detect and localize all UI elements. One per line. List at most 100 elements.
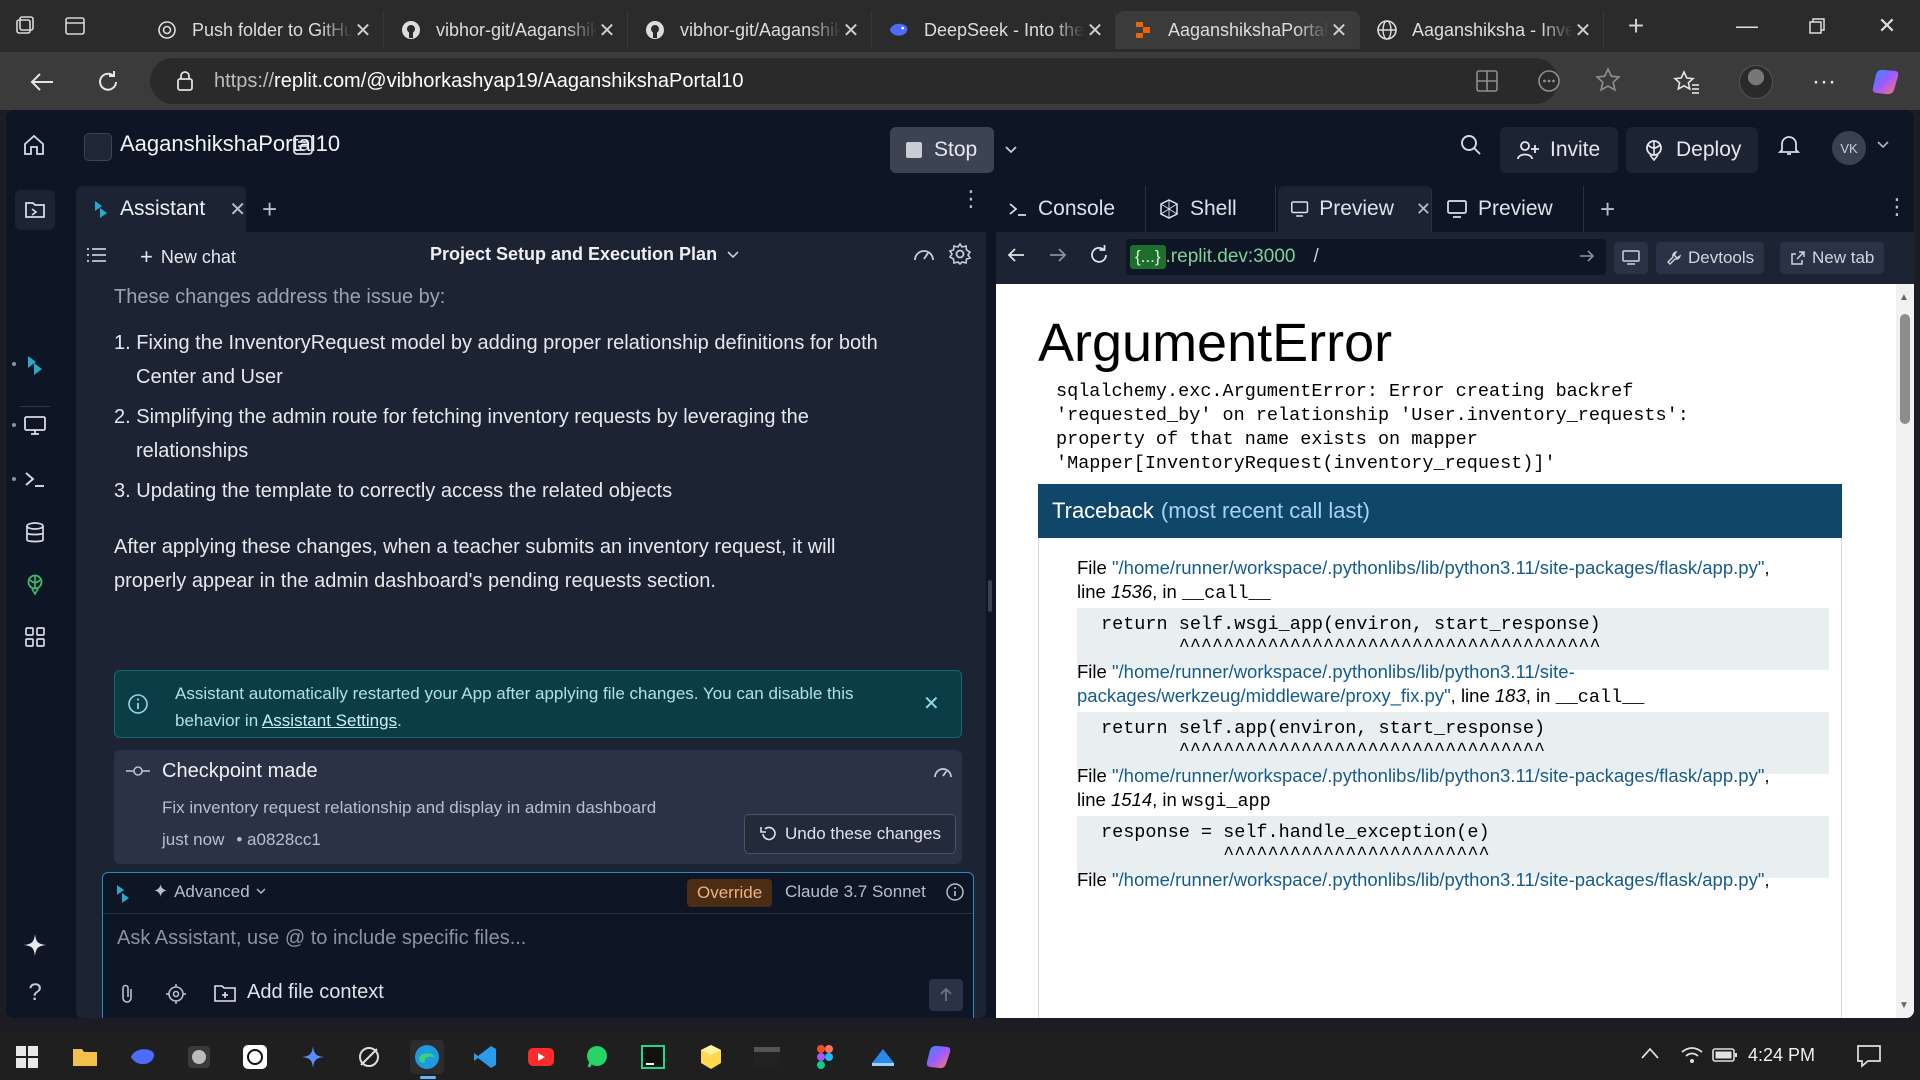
- youtube-icon[interactable]: [524, 1040, 558, 1074]
- tab-close-icon[interactable]: ✕: [353, 18, 373, 43]
- undo-changes-button[interactable]: Undo these changes: [744, 814, 956, 854]
- checkpoint-gauge-icon[interactable]: [932, 762, 954, 782]
- edge-browser-icon[interactable]: [410, 1040, 444, 1074]
- browser-tab[interactable]: Push folder to GitHub ✕: [140, 11, 384, 49]
- perplexity-icon[interactable]: [352, 1040, 386, 1074]
- favorites-icon[interactable]: [1666, 62, 1706, 102]
- gemini-icon[interactable]: [296, 1040, 330, 1074]
- tab-assistant[interactable]: Assistant ✕: [76, 186, 246, 232]
- new-tab-button[interactable]: +: [1612, 6, 1660, 46]
- copilot-taskbar-icon[interactable]: [922, 1040, 956, 1074]
- 3d-box-app-icon[interactable]: [694, 1040, 728, 1074]
- frame-file-link[interactable]: "/home/runner/workspace/.pythonlibs/lib/…: [1112, 869, 1764, 890]
- preview-reload-icon[interactable]: [1088, 244, 1110, 266]
- tab-close-icon[interactable]: ✕: [1573, 18, 1593, 43]
- start-windows-icon[interactable]: [10, 1040, 44, 1074]
- close-window-icon[interactable]: ✕: [1852, 0, 1920, 52]
- sparkle-icon[interactable]: [20, 930, 50, 960]
- vscode-icon[interactable]: [468, 1040, 502, 1074]
- notifications-bell-icon[interactable]: [1774, 130, 1804, 160]
- override-badge[interactable]: Override: [687, 879, 773, 907]
- send-button[interactable]: [929, 979, 963, 1011]
- minimize-icon[interactable]: —: [1712, 0, 1782, 52]
- project-avatar[interactable]: [84, 133, 112, 161]
- tab-console[interactable]: Console: [996, 186, 1146, 232]
- tab-shell[interactable]: Shell: [1146, 186, 1276, 232]
- assistant-settings-link[interactable]: Assistant Settings: [262, 711, 397, 730]
- search-icon[interactable]: [1456, 130, 1486, 160]
- frame-file-link[interactable]: "/home/runner/workspace/.pythonlibs/lib/…: [1112, 765, 1764, 786]
- more-vertical-icon[interactable]: ⋮: [1886, 194, 1908, 220]
- devtools-button[interactable]: Devtools: [1656, 242, 1765, 274]
- refresh-icon[interactable]: [88, 62, 128, 102]
- terminal-app-icon[interactable]: [750, 1040, 784, 1074]
- tab-preview-active[interactable]: Preview ✕: [1278, 186, 1432, 232]
- project-info-icon[interactable]: [288, 130, 318, 160]
- stop-button[interactable]: Stop: [890, 127, 994, 173]
- chat-title-dropdown[interactable]: Project Setup and Execution Plan: [430, 244, 739, 265]
- tab-preview-2[interactable]: Preview: [1434, 186, 1584, 232]
- console-terminal-icon[interactable]: [20, 464, 50, 494]
- scroll-up-arrow-icon[interactable]: ▲: [1899, 292, 1909, 303]
- address-bar[interactable]: https://replit.com/@vibhorkashyap19/Aaga…: [150, 58, 1621, 104]
- notification-center-icon[interactable]: [1856, 1044, 1882, 1068]
- assistant-settings-gear-icon[interactable]: [948, 242, 972, 266]
- assistant-icon[interactable]: [20, 350, 50, 380]
- frame-file-link[interactable]: "/home/runner/workspace/.pythonlibs/lib/…: [1112, 557, 1764, 578]
- wifi-icon[interactable]: [1680, 1044, 1704, 1066]
- target-element-icon[interactable]: [165, 983, 187, 1005]
- back-icon[interactable]: [22, 62, 62, 102]
- chat-history-list-icon[interactable]: [86, 246, 108, 264]
- new-chat-button[interactable]: + New chat: [140, 244, 236, 270]
- pycharm-icon[interactable]: [636, 1040, 670, 1074]
- add-tab-icon[interactable]: +: [262, 194, 277, 225]
- go-arrow-icon[interactable]: [1578, 248, 1596, 264]
- deploy-button[interactable]: Deploy: [1626, 127, 1758, 173]
- close-tab-icon[interactable]: ✕: [1416, 199, 1431, 220]
- profile-avatar[interactable]: [1736, 62, 1776, 102]
- whatsapp-icon[interactable]: [580, 1040, 614, 1074]
- lock-icon[interactable]: [176, 70, 194, 92]
- home-icon[interactable]: [19, 130, 49, 160]
- preview-forward-icon[interactable]: [1048, 246, 1068, 264]
- battery-icon[interactable]: [1712, 1047, 1738, 1063]
- advanced-mode-dropdown[interactable]: ✦ Advanced: [153, 881, 266, 902]
- browser-tab[interactable]: vibhor-git/Aaganshiksha ✕: [628, 11, 872, 49]
- workspaces-icon[interactable]: [0, 0, 50, 52]
- browser-tab[interactable]: vibhor-git/Aaganshiksha ✕: [384, 11, 628, 49]
- panel-resize-handle[interactable]: [988, 580, 992, 612]
- browser-tab[interactable]: DeepSeek - Into the Unknown ✕: [872, 11, 1116, 49]
- show-hidden-icons-chevron-icon[interactable]: [1640, 1046, 1660, 1060]
- settings-more-icon[interactable]: ···: [1804, 62, 1844, 102]
- taskbar-clock[interactable]: 4:24 PM: [1748, 1045, 1815, 1066]
- scroll-down-arrow-icon[interactable]: ▼: [1899, 1000, 1909, 1011]
- more-options-circle-icon[interactable]: [1536, 68, 1562, 94]
- model-selector[interactable]: Claude 3.7 Sonnet: [785, 882, 926, 902]
- chat-input[interactable]: Ask Assistant, use @ to include specific…: [117, 927, 526, 950]
- cloud-app-icon[interactable]: [866, 1040, 900, 1074]
- vertical-tabs-icon[interactable]: [50, 0, 100, 52]
- invite-button[interactable]: Invite: [1500, 127, 1618, 173]
- attach-paperclip-icon[interactable]: [117, 983, 137, 1005]
- restore-icon[interactable]: [1782, 0, 1852, 52]
- figma-icon[interactable]: [808, 1040, 842, 1074]
- tab-close-icon[interactable]: ✕: [841, 18, 861, 43]
- split-screen-icon[interactable]: [1474, 68, 1500, 94]
- all-tools-grid-icon[interactable]: [20, 622, 50, 652]
- run-options-chevron-icon[interactable]: [996, 127, 1026, 173]
- tab-close-icon[interactable]: ✕: [597, 18, 617, 43]
- account-chevron-down-icon[interactable]: [1868, 130, 1898, 160]
- favorite-star-icon[interactable]: [1594, 66, 1622, 94]
- file-explorer-icon[interactable]: [68, 1040, 102, 1074]
- chatgpt-icon[interactable]: [238, 1040, 272, 1074]
- deployments-icon[interactable]: [20, 570, 50, 600]
- usage-gauge-icon[interactable]: [912, 244, 936, 266]
- model-info-icon[interactable]: [945, 882, 965, 902]
- dismiss-notice-icon[interactable]: ✕: [923, 691, 940, 716]
- preview-monitor-icon[interactable]: [20, 410, 50, 440]
- preview-back-icon[interactable]: [1006, 246, 1026, 264]
- deepseek-app-icon[interactable]: [126, 1040, 160, 1074]
- user-avatar[interactable]: VK: [1832, 131, 1866, 165]
- files-icon[interactable]: [15, 190, 55, 230]
- add-tab-icon[interactable]: +: [1600, 194, 1615, 225]
